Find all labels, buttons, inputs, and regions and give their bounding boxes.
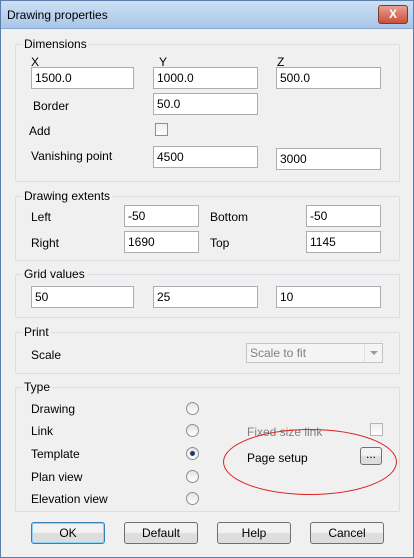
right-input[interactable]: 1690 [124, 231, 199, 253]
close-icon: X [388, 7, 397, 21]
type-title: Type [22, 380, 53, 394]
vanishing-point-label: Vanishing point [31, 149, 113, 163]
page-setup-button[interactable]: ... [360, 447, 382, 465]
top-input[interactable]: 1145 [306, 231, 381, 253]
type-option-link-radio[interactable] [186, 424, 199, 437]
window-title: Drawing properties [7, 8, 108, 22]
left-input[interactable]: -50 [124, 205, 199, 227]
vanishing-point-input-1[interactable]: 4500 [153, 146, 258, 168]
bottom-input[interactable]: -50 [306, 205, 381, 227]
fixed-size-link-checkbox[interactable] [370, 423, 383, 436]
type-option-link-label: Link [31, 424, 54, 438]
drawing-extents-title: Drawing extents [22, 189, 113, 203]
default-button[interactable]: Default [124, 522, 198, 544]
fixed-size-link-label: Fixed size link [247, 425, 323, 439]
chevron-down-icon [364, 344, 382, 362]
grid-input-1[interactable]: 50 [31, 286, 134, 308]
grid-values-title: Grid values [22, 267, 87, 281]
page-setup-label: Page setup [247, 451, 308, 465]
z-input[interactable]: 500.0 [276, 67, 381, 89]
type-option-drawing-radio[interactable] [186, 402, 199, 415]
x-input[interactable]: 1500.0 [31, 67, 134, 89]
border-input[interactable]: 50.0 [153, 93, 258, 115]
type-option-plan-view-radio[interactable] [186, 470, 199, 483]
type-option-template-label: Template [31, 447, 80, 461]
scale-select-value: Scale to fit [250, 346, 307, 360]
border-label: Border [33, 99, 70, 113]
vanishing-point-input-2[interactable]: 3000 [276, 148, 381, 170]
scale-select[interactable]: Scale to fit [246, 343, 383, 363]
cancel-button[interactable]: Cancel [310, 522, 384, 544]
top-label: Top [210, 236, 230, 250]
grid-input-3[interactable]: 10 [276, 286, 381, 308]
title-bar: Drawing properties X [1, 1, 413, 29]
type-option-drawing-label: Drawing [31, 402, 76, 416]
type-option-elevation-view-label: Elevation view [31, 492, 108, 506]
print-title: Print [22, 325, 51, 339]
close-button[interactable]: X [378, 5, 408, 24]
grid-input-2[interactable]: 25 [153, 286, 258, 308]
add-label: Add [29, 124, 51, 138]
dialog-window: Drawing properties X Dimensions X Y Z 15… [0, 0, 414, 558]
type-option-plan-view-label: Plan view [31, 470, 83, 484]
type-option-elevation-view-radio[interactable] [186, 492, 199, 505]
scale-label: Scale [31, 348, 62, 362]
dimensions-title: Dimensions [22, 37, 89, 51]
left-label: Left [31, 210, 52, 224]
add-checkbox[interactable] [155, 123, 168, 136]
bottom-label: Bottom [210, 210, 249, 224]
type-option-template-radio[interactable] [186, 447, 199, 460]
ok-button[interactable]: OK [31, 522, 105, 544]
help-button[interactable]: Help [217, 522, 291, 544]
right-label: Right [31, 236, 60, 250]
y-input[interactable]: 1000.0 [153, 67, 258, 89]
